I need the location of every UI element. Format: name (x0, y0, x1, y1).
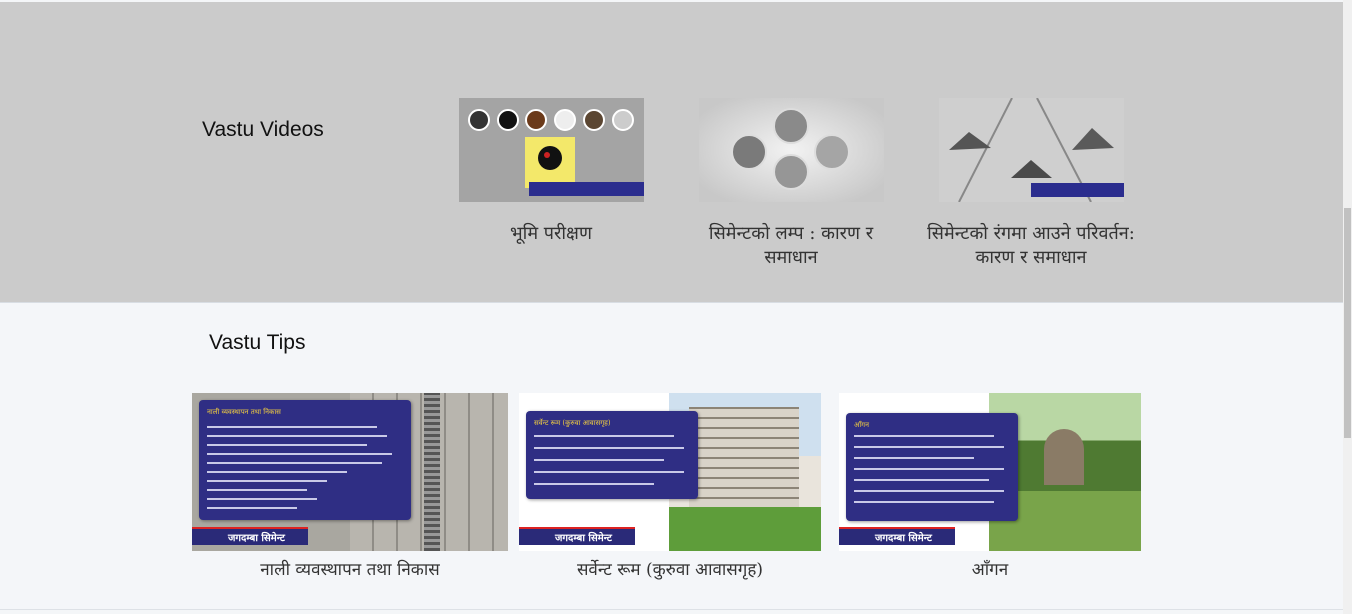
vertical-scrollbar[interactable] (1343, 0, 1352, 614)
panel-line (207, 480, 327, 482)
tip-thumbnail[interactable]: नाली व्यवस्थापन तथा निकास जगदम्बा सिमेन्… (192, 393, 508, 551)
video-title[interactable]: सिमेन्टको रंगमा आउने परिवर्तन: कारण र सम… (921, 222, 1141, 270)
drain-grate-image (424, 393, 440, 551)
panel-line (854, 435, 994, 437)
apartment-image (689, 407, 799, 507)
video-thumbnail-image (458, 98, 644, 202)
panel-line (207, 444, 367, 446)
garden-arch-image (1044, 429, 1084, 485)
panel-line (854, 457, 974, 459)
video-title[interactable]: भूमि परीक्षण (441, 222, 661, 246)
tip-card-servant-room[interactable]: सर्वेन्ट रूम (कुरुवा आवासगृह) जगदम्बा सि… (519, 393, 821, 580)
vastu-videos-section: Vastu Videos भूमि परीक्षण सिमेन्टको लम्प… (0, 2, 1343, 303)
panel-line (854, 490, 1004, 492)
panel-line (854, 501, 994, 503)
video-title[interactable]: सिमेन्टको लम्प : कारण र समाधान (681, 222, 901, 270)
video-thumbnail[interactable] (698, 98, 884, 202)
tip-title[interactable]: आँगन (839, 557, 1141, 580)
tip-card-courtyard[interactable]: आँगन जगदम्बा सिमेन्ट आँगन (839, 393, 1141, 580)
panel-line (207, 471, 347, 473)
video-card-lump[interactable]: सिमेन्टको लम्प : कारण र समाधान (681, 98, 901, 270)
panel-line (207, 507, 297, 509)
panel-line (854, 479, 989, 481)
section-heading-videos: Vastu Videos (202, 118, 324, 141)
panel-line (854, 446, 1004, 448)
panel-line (207, 435, 387, 437)
scrollbar-thumb[interactable] (1344, 208, 1351, 438)
tip-thumbnail[interactable]: सर्वेन्ट रूम (कुरुवा आवासगृह) जगदम्बा सि… (519, 393, 821, 551)
tip-card-drainage[interactable]: नाली व्यवस्थापन तथा निकास जगदम्बा सिमेन्… (192, 393, 508, 580)
tip-thumbnail[interactable]: आँगन जगदम्बा सिमेन्ट (839, 393, 1141, 551)
panel-line (207, 498, 317, 500)
panel-heading: नाली व्यवस्थापन तथा निकास (207, 408, 281, 416)
tip-text-panel: नाली व्यवस्थापन तथा निकास (199, 400, 411, 520)
video-thumbnail-image (938, 98, 1124, 202)
panel-line (854, 468, 1004, 470)
video-card-color-change[interactable]: सिमेन्टको रंगमा आउने परिवर्तन: कारण र सम… (921, 98, 1141, 270)
video-thumbnail[interactable] (458, 98, 644, 202)
panel-line (534, 435, 674, 437)
tip-title[interactable]: सर्वेन्ट रूम (कुरुवा आवासगृह) (519, 557, 821, 580)
panel-line (534, 483, 654, 485)
vastu-tips-section: Vastu Tips नाली व्यवस्थापन तथा निकास जगद… (0, 303, 1343, 610)
panel-line (534, 447, 684, 449)
brand-logo: जगदम्बा सिमेन्ट (839, 527, 955, 545)
tip-title[interactable]: नाली व्यवस्थापन तथा निकास (192, 557, 508, 580)
tip-text-panel: सर्वेन्ट रूम (कुरुवा आवासगृह) (526, 411, 698, 499)
video-card-bhumi[interactable]: भूमि परीक्षण (441, 98, 661, 246)
panel-line (207, 453, 392, 455)
video-thumbnail[interactable] (938, 98, 1124, 202)
panel-line (534, 471, 684, 473)
panel-heading: सर्वेन्ट रूम (कुरुवा आवासगृह) (534, 419, 611, 427)
brand-logo: जगदम्बा सिमेन्ट (519, 527, 635, 545)
panel-line (207, 489, 307, 491)
panel-heading: आँगन (854, 421, 869, 429)
panel-line (207, 462, 382, 464)
panel-line (534, 459, 664, 461)
tip-text-panel: आँगन (846, 413, 1018, 521)
video-thumbnail-image (698, 98, 884, 202)
panel-line (207, 426, 377, 428)
section-heading-tips: Vastu Tips (209, 331, 306, 354)
brand-logo: जगदम्बा सिमेन्ट (192, 527, 308, 545)
